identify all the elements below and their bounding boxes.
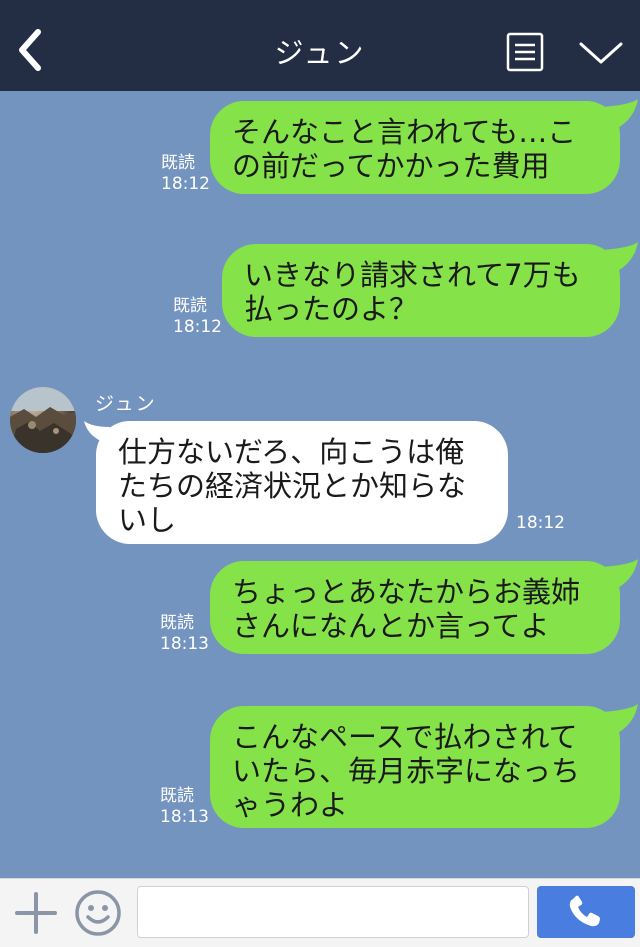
- message-input[interactable]: [137, 886, 529, 938]
- message-meta: 既読 18:13: [160, 786, 209, 828]
- message-bubble[interactable]: こんなペースで払わされて いたら、毎月赤字になっち ゃうわよ: [210, 706, 620, 828]
- sender-name: ジュン: [95, 393, 157, 415]
- read-receipt: 既読: [160, 613, 194, 633]
- message-bubble[interactable]: 仕方ないだろ、向こうは俺 たちの経済状況とか知らな いし: [96, 421, 508, 544]
- message-time: 18:12: [173, 317, 222, 337]
- message-bubble[interactable]: ちょっとあなたからお義姉 さんになんとか言ってよ: [210, 561, 620, 654]
- phone-icon: [569, 895, 600, 927]
- chevron-down-icon[interactable]: [578, 40, 624, 66]
- list-icon[interactable]: [506, 32, 544, 72]
- message-bubble[interactable]: いきなり請求されて7万も 払ったのよ？: [222, 244, 620, 337]
- chat-header: ジュン: [0, 0, 640, 91]
- call-button[interactable]: [537, 886, 635, 938]
- read-receipt: 既読: [173, 296, 207, 316]
- message-list[interactable]: そんなこと言われても…こ の前だってかかった費用 既読 18:12 いきなり請求…: [0, 91, 640, 878]
- composer-bar: [0, 878, 640, 947]
- message-time: 18:13: [160, 807, 209, 827]
- smiley-icon[interactable]: [74, 889, 122, 937]
- message-meta: 既読 18:12: [173, 296, 222, 338]
- read-receipt: 既読: [160, 786, 194, 806]
- chat-title: ジュン: [274, 36, 366, 70]
- message-time: 18:13: [160, 634, 209, 654]
- plus-icon[interactable]: [14, 891, 58, 935]
- message-meta: 既読 18:12: [161, 153, 210, 195]
- message-bubble[interactable]: そんなこと言われても…こ の前だってかかった費用: [210, 101, 620, 194]
- message-meta: 既読 18:13: [160, 613, 209, 655]
- message-time: 18:12: [161, 174, 210, 194]
- avatar[interactable]: [10, 387, 76, 453]
- read-receipt: 既読: [161, 153, 195, 173]
- message-time: 18:12: [516, 513, 565, 533]
